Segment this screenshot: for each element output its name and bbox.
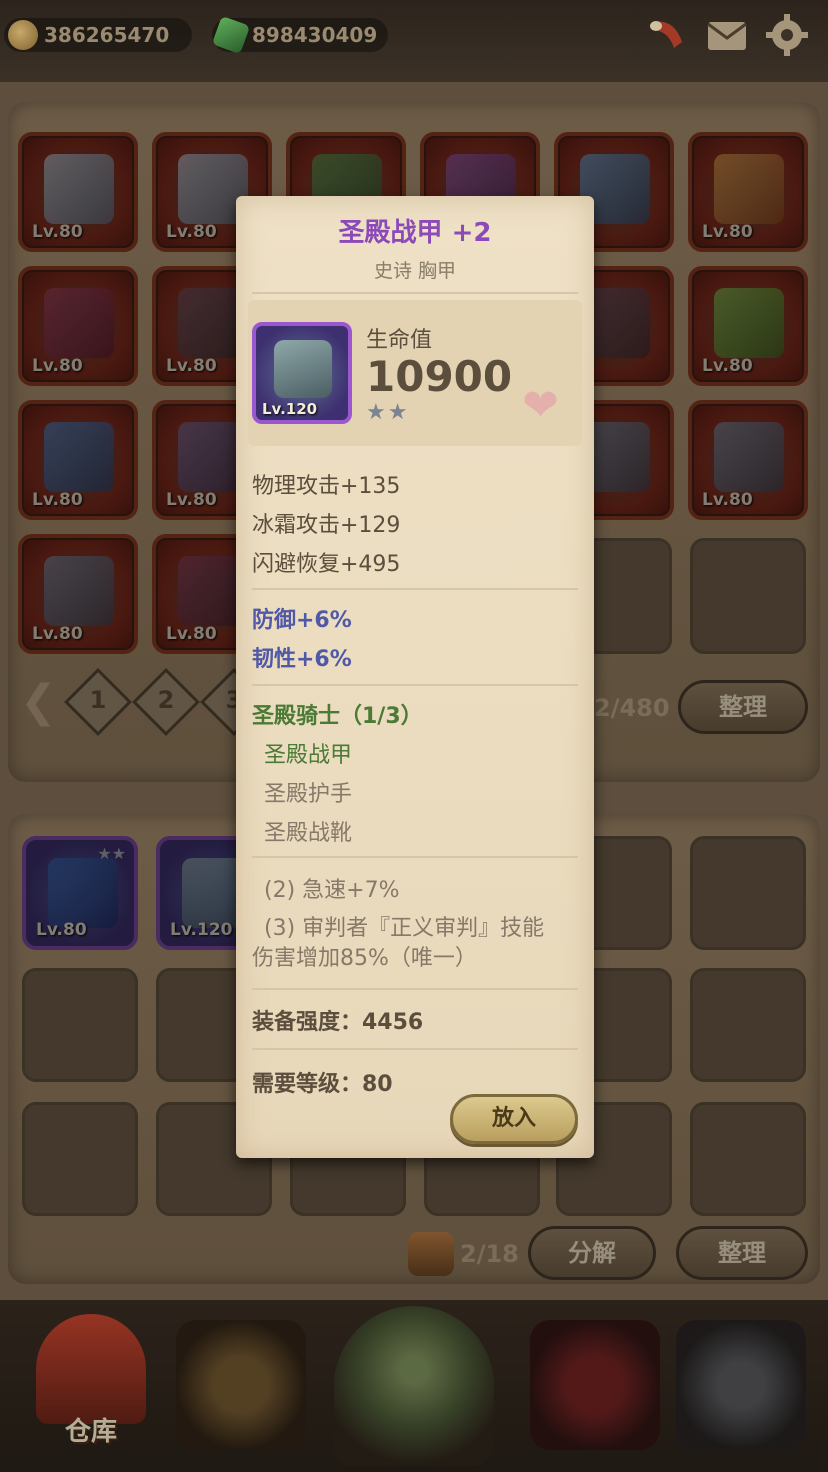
set-bonus-3-cont: 伤害增加85%（唯一） <box>252 946 477 971</box>
divider <box>252 856 578 858</box>
required-level: 需要等级：80 <box>252 1072 393 1097</box>
sub-stat: 物理攻击+135 <box>252 474 401 499</box>
divider <box>252 1048 578 1050</box>
set-piece: 圣殿护手 <box>264 782 353 807</box>
chest-armor-icon <box>274 340 332 398</box>
place-in-button[interactable]: 放入 <box>450 1094 578 1144</box>
set-name: 圣殿骑士（1/3） <box>252 704 423 729</box>
item-icon: Lv.120 <box>252 322 352 424</box>
divider <box>252 292 578 294</box>
main-stat-name: 生命值 <box>366 328 433 353</box>
bonus-stat: 防御+6% <box>252 608 352 633</box>
set-piece-active: 圣殿战甲 <box>264 743 353 768</box>
item-title: 圣殿战甲 +2 <box>338 218 492 248</box>
equipment-power: 装备强度：4456 <box>252 1010 424 1035</box>
star-rating: ★★ <box>366 400 410 425</box>
heart-icon: ❤ <box>522 380 559 431</box>
game-screen: 386265470 898430409 Lv.80 Lv.80 Lv.80 Lv… <box>0 0 828 1472</box>
divider <box>252 684 578 686</box>
set-piece: 圣殿战靴 <box>264 821 353 846</box>
divider <box>252 588 578 590</box>
sub-stat: 冰霜攻击+129 <box>252 513 401 538</box>
divider <box>252 988 578 990</box>
item-subtitle: 史诗 胸甲 <box>373 260 457 282</box>
sub-stat: 闪避恢复+495 <box>252 552 401 577</box>
main-stat-value: 10900 <box>366 352 513 401</box>
bonus-stat: 韧性+6% <box>252 647 352 672</box>
set-bonus-2: (2) 急速+7% <box>264 878 400 903</box>
set-bonus-3: (3) 审判者『正义审判』技能 <box>264 916 545 941</box>
item-level: Lv.120 <box>262 400 318 418</box>
item-tooltip: 圣殿战甲 +2 史诗 胸甲 Lv.120 生命值 10900 ★★ ❤ 物理攻击… <box>236 196 594 1158</box>
